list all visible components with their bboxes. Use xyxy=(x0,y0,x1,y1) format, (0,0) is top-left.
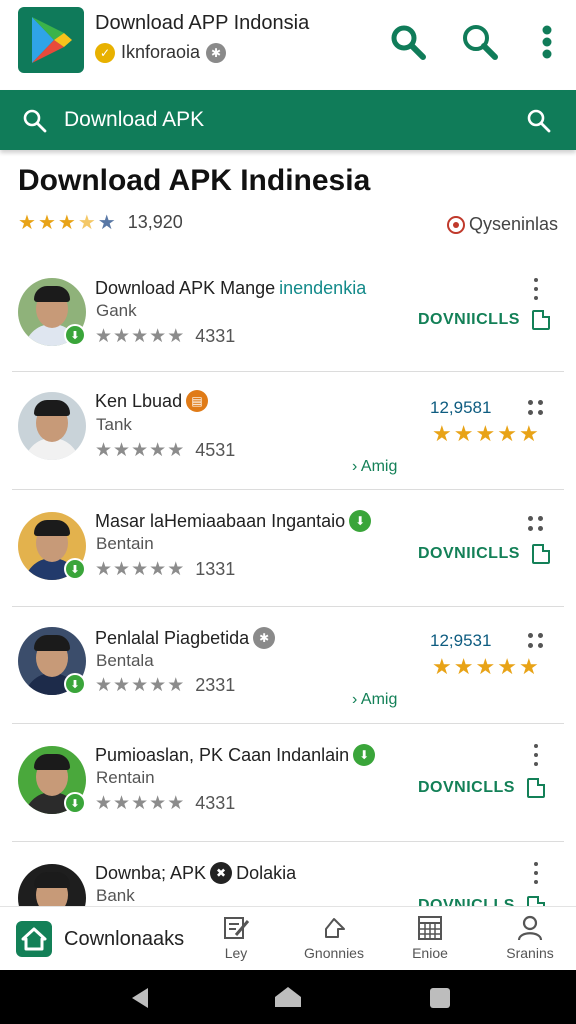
search-bar[interactable]: Download APK xyxy=(0,90,576,150)
item-score-stars: ★ ★ ★ ★ ★ xyxy=(432,654,539,679)
item-title: Ken Lbuad ▤ xyxy=(95,390,209,412)
home-icon[interactable] xyxy=(274,986,302,1008)
download-count: 12;9531 xyxy=(430,631,492,650)
grid-menu-icon[interactable] xyxy=(528,516,544,532)
app-header: Download APP Indonsia ✓ Iknforaoia ✱ xyxy=(0,0,576,90)
person-icon xyxy=(517,915,543,941)
item-subtitle: Rentain xyxy=(96,768,155,787)
download-badge-icon: ⬇ xyxy=(349,510,372,532)
item-title: Penlalal Piagbetida ✱ xyxy=(95,627,276,649)
star-icon: ★ xyxy=(18,211,36,234)
more-vert-icon[interactable] xyxy=(528,862,544,884)
item-subtitle: Bentain xyxy=(96,534,154,553)
item-rating: ★ ★ ★ ★ ★ 4331 xyxy=(95,792,236,814)
nav-tab-label: Gnonnies xyxy=(304,945,364,961)
nav-tab-profile[interactable]: Sranins xyxy=(490,915,570,961)
download-badge-icon: ⬇ xyxy=(353,744,376,766)
search-icon[interactable] xyxy=(460,22,500,62)
recent-apps-icon[interactable] xyxy=(430,988,450,1008)
search-icon xyxy=(22,108,48,139)
item-title: Downba; APK ✖ Dolakia xyxy=(95,862,297,884)
more-link[interactable]: › Amig xyxy=(352,691,397,709)
item-score-stars: ★ ★ ★ ★ ★ xyxy=(432,421,539,446)
list-item[interactable]: ⬇ Masar laHemiaabaan Ingantaio ⬇ Bentain… xyxy=(0,490,576,608)
edit-icon xyxy=(224,917,250,939)
nav-tab-games[interactable]: Gnonnies xyxy=(294,915,374,961)
avatar xyxy=(18,864,86,906)
page-rating: ★ ★ ★ ★ ★ 13,920 xyxy=(18,212,183,233)
star-icon: ★ xyxy=(57,211,76,234)
item-rating: ★ ★ ★ ★ ★ 4331 xyxy=(95,325,236,347)
tools-badge-icon: ✖ xyxy=(210,862,233,884)
download-button[interactable]: DOVNIICLLS xyxy=(418,544,550,564)
star-icon: ★ xyxy=(37,211,56,234)
list-item[interactable]: ⬇ Download APK Mange inendenkia Gank ★ ★ ★ ★… xyxy=(0,254,576,372)
star-half-icon: ★ xyxy=(77,211,96,234)
download-button[interactable]: DOVNICLLS xyxy=(418,896,545,906)
list-item[interactable]: Downba; APK ✖ Dolakia Bank DOVNICLLS xyxy=(0,842,576,906)
item-subtitle: Bentala xyxy=(96,651,154,670)
page-title: Download APK Indinesia xyxy=(18,164,371,197)
more-vert-icon[interactable] xyxy=(527,22,567,62)
grid-menu-icon[interactable] xyxy=(528,633,544,649)
play-logo-icon[interactable] xyxy=(18,7,84,73)
info-badge-icon: ✱ xyxy=(206,42,227,63)
avatar xyxy=(18,392,86,460)
app-subtitle: Iknforaoia xyxy=(121,42,201,62)
verified-badge-icon: ✓ xyxy=(95,42,115,63)
download-icon xyxy=(526,896,545,906)
verified-badge-icon: ⬇ xyxy=(64,673,86,695)
item-rating: ★ ★ ★ ★ ★ 1331 xyxy=(95,558,236,580)
nav-tab-ley[interactable]: Ley xyxy=(196,915,276,961)
download-button[interactable]: DOVNICLLS xyxy=(418,778,545,798)
filter-button[interactable]: Qyseninlas xyxy=(446,214,558,235)
list-item[interactable]: Ken Lbuad ▤ Tank ★ ★ ★ ★ ★ 4531 12,9581 ★ ★ ★ ★… xyxy=(0,372,576,490)
download-button[interactable]: DOVNIICLLS xyxy=(418,310,550,330)
item-subtitle: Gank xyxy=(96,301,137,320)
list-item[interactable]: ⬇ Pumioaslan, PK Caan Indanlain ⬇ Rentai… xyxy=(0,724,576,842)
download-icon xyxy=(531,544,550,564)
bottom-nav: Cownlonaaks Ley Gnonnies Enioe Sranins xyxy=(0,906,576,970)
nav-home-label: Cownlonaaks xyxy=(64,927,185,950)
package-icon: ▤ xyxy=(186,390,209,412)
calendar-grid-icon xyxy=(418,916,442,940)
verified-badge-icon: ⬇ xyxy=(64,792,86,814)
more-vert-icon[interactable] xyxy=(528,278,544,300)
item-rating: ★ ★ ★ ★ ★ 2331 xyxy=(95,674,236,696)
nav-tab-label: Sranins xyxy=(506,945,554,961)
download-icon xyxy=(526,778,545,798)
settings-badge-icon: ✱ xyxy=(253,627,276,649)
more-link[interactable]: › Amig xyxy=(352,458,397,476)
search-icon[interactable] xyxy=(388,22,428,62)
nav-tab-label: Enioe xyxy=(412,945,448,961)
back-icon[interactable] xyxy=(132,988,148,1008)
star-icon: ★ xyxy=(97,211,116,234)
app-title: Download APP Indonsia xyxy=(95,12,310,34)
grid-menu-icon[interactable] xyxy=(528,400,544,416)
search-input[interactable]: Download APK xyxy=(64,108,204,132)
system-nav-bar xyxy=(0,970,576,1024)
verified-badge-icon: ⬇ xyxy=(64,324,86,346)
target-icon xyxy=(446,215,465,234)
app-subtitle-row: ✓ Iknforaoia ✱ xyxy=(95,42,227,63)
nav-tab-enioe[interactable]: Enioe xyxy=(390,915,470,961)
download-icon xyxy=(531,310,550,330)
share-icon xyxy=(325,918,345,938)
search-submit-icon[interactable] xyxy=(526,108,552,139)
verified-badge-icon: ⬇ xyxy=(64,558,86,580)
filter-label: Qyseninlas xyxy=(468,214,558,234)
item-subtitle: Tank xyxy=(96,415,132,434)
item-title: Masar laHemiaabaan Ingantaio ⬇ xyxy=(95,510,372,532)
more-vert-icon[interactable] xyxy=(528,744,544,766)
list-item[interactable]: ⬇ Penlalal Piagbetida ✱ Bentala ★ ★ ★ ★ ★ 23… xyxy=(0,607,576,725)
nav-tab-label: Ley xyxy=(224,945,248,961)
nav-home[interactable]: Cownlonaaks xyxy=(16,921,184,957)
item-subtitle: Bank xyxy=(96,886,135,905)
item-title: Download APK Mange inendenkia xyxy=(95,278,367,298)
rating-count: 13,920 xyxy=(127,212,183,232)
home-icon xyxy=(16,921,52,957)
download-count: 12,9581 xyxy=(430,398,492,417)
item-rating: ★ ★ ★ ★ ★ 4531 xyxy=(95,439,236,461)
item-title: Pumioaslan, PK Caan Indanlain ⬇ xyxy=(95,744,376,766)
